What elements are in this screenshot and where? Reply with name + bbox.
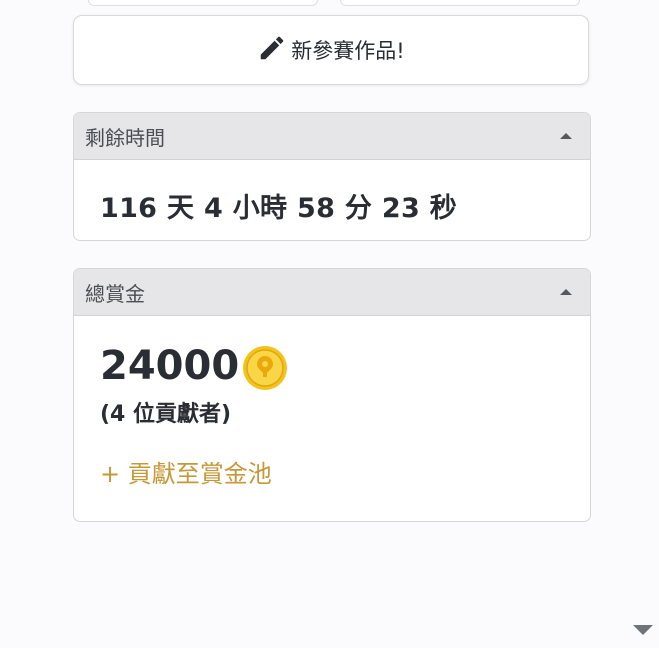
- scroll-down-arrow-icon[interactable]: [633, 625, 653, 635]
- total-bounty-title: 總賞金: [85, 281, 145, 306]
- time-remaining-card: 剩餘時間 116 天 4 小時 58 分 23 秒: [73, 112, 591, 241]
- bounty-amount: 24000: [100, 343, 240, 389]
- new-entry-button[interactable]: 新參賽作品!: [73, 15, 589, 85]
- contribute-to-bounty-link[interactable]: + 貢獻至賞金池: [100, 454, 272, 489]
- collapse-caret-icon[interactable]: [560, 133, 572, 139]
- previous-card-stub-right: [340, 0, 580, 6]
- gold-coin-icon: [243, 346, 288, 390]
- previous-card-stub-left: [88, 0, 318, 6]
- contributors-count: (4 位貢獻者): [100, 402, 232, 427]
- countdown-value: 116 天 4 小時 58 分 23 秒: [100, 193, 458, 224]
- total-bounty-card: 總賞金 24000 (4 位貢獻者) + 貢獻至賞金池: [73, 268, 591, 522]
- time-remaining-header[interactable]: 剩餘時間: [74, 113, 590, 160]
- time-remaining-title: 剩餘時間: [85, 125, 165, 150]
- total-bounty-header[interactable]: 總賞金: [74, 269, 590, 316]
- collapse-caret-icon[interactable]: [560, 289, 572, 295]
- new-entry-label: 新參賽作品!: [291, 39, 405, 63]
- pencil-icon: [261, 36, 284, 60]
